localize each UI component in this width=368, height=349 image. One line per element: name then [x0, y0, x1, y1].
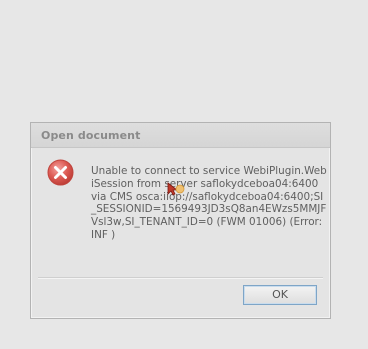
error-message: Unable to connect to service WebiPlugin.…: [91, 165, 327, 241]
button-separator: [38, 277, 323, 279]
dialog-titlebar[interactable]: Open document: [31, 123, 330, 148]
dialog-title: Open document: [41, 129, 141, 142]
desktop-background: { "dialog": { "title": "Open document", …: [0, 0, 368, 349]
ok-button[interactable]: OK: [243, 285, 317, 305]
error-icon: [47, 159, 74, 186]
mouse-cursor-icon: [167, 182, 185, 196]
open-document-dialog: Open document Unable to connect to servi…: [30, 122, 331, 319]
